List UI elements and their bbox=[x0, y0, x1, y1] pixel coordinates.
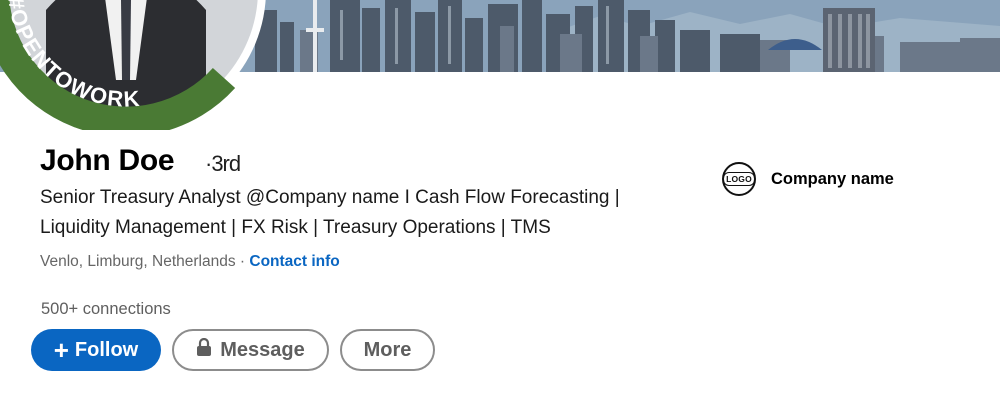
more-label: More bbox=[363, 338, 412, 361]
more-button[interactable]: More bbox=[340, 329, 435, 371]
company-logo-icon: LOGO bbox=[722, 162, 756, 196]
lock-icon bbox=[196, 337, 212, 362]
current-company[interactable]: LOGO Company name bbox=[722, 161, 894, 197]
contact-info-link[interactable]: Contact info bbox=[249, 253, 339, 270]
company-logo-text: LOGO bbox=[723, 172, 755, 186]
headline-line-1: Senior Treasury Analyst @Company name I … bbox=[40, 187, 620, 208]
profile-name: John Doe bbox=[40, 144, 175, 177]
profile-avatar[interactable]: #OPENTOWORK bbox=[0, 0, 266, 130]
separator-dot: · bbox=[235, 253, 250, 270]
headline-line-2: Liquidity Management | FX Risk | Treasur… bbox=[40, 217, 551, 238]
open-to-work-frame: #OPENTOWORK bbox=[0, 0, 258, 130]
connections-count[interactable]: 500+ connections bbox=[41, 300, 171, 319]
follow-label: Follow bbox=[74, 338, 139, 361]
location-row: Venlo, Limburg, Netherlands · Contact in… bbox=[40, 253, 340, 271]
company-name: Company name bbox=[771, 169, 894, 188]
follow-button[interactable]: + Follow bbox=[31, 329, 161, 371]
message-label: Message bbox=[220, 338, 305, 361]
message-button[interactable]: Message bbox=[172, 329, 329, 371]
profile-headline: Senior Treasury Analyst @Company name I … bbox=[40, 183, 660, 243]
connection-degree: ·3rd bbox=[205, 151, 241, 176]
location-text: Venlo, Limburg, Netherlands bbox=[40, 253, 236, 270]
plus-icon: + bbox=[53, 335, 69, 365]
